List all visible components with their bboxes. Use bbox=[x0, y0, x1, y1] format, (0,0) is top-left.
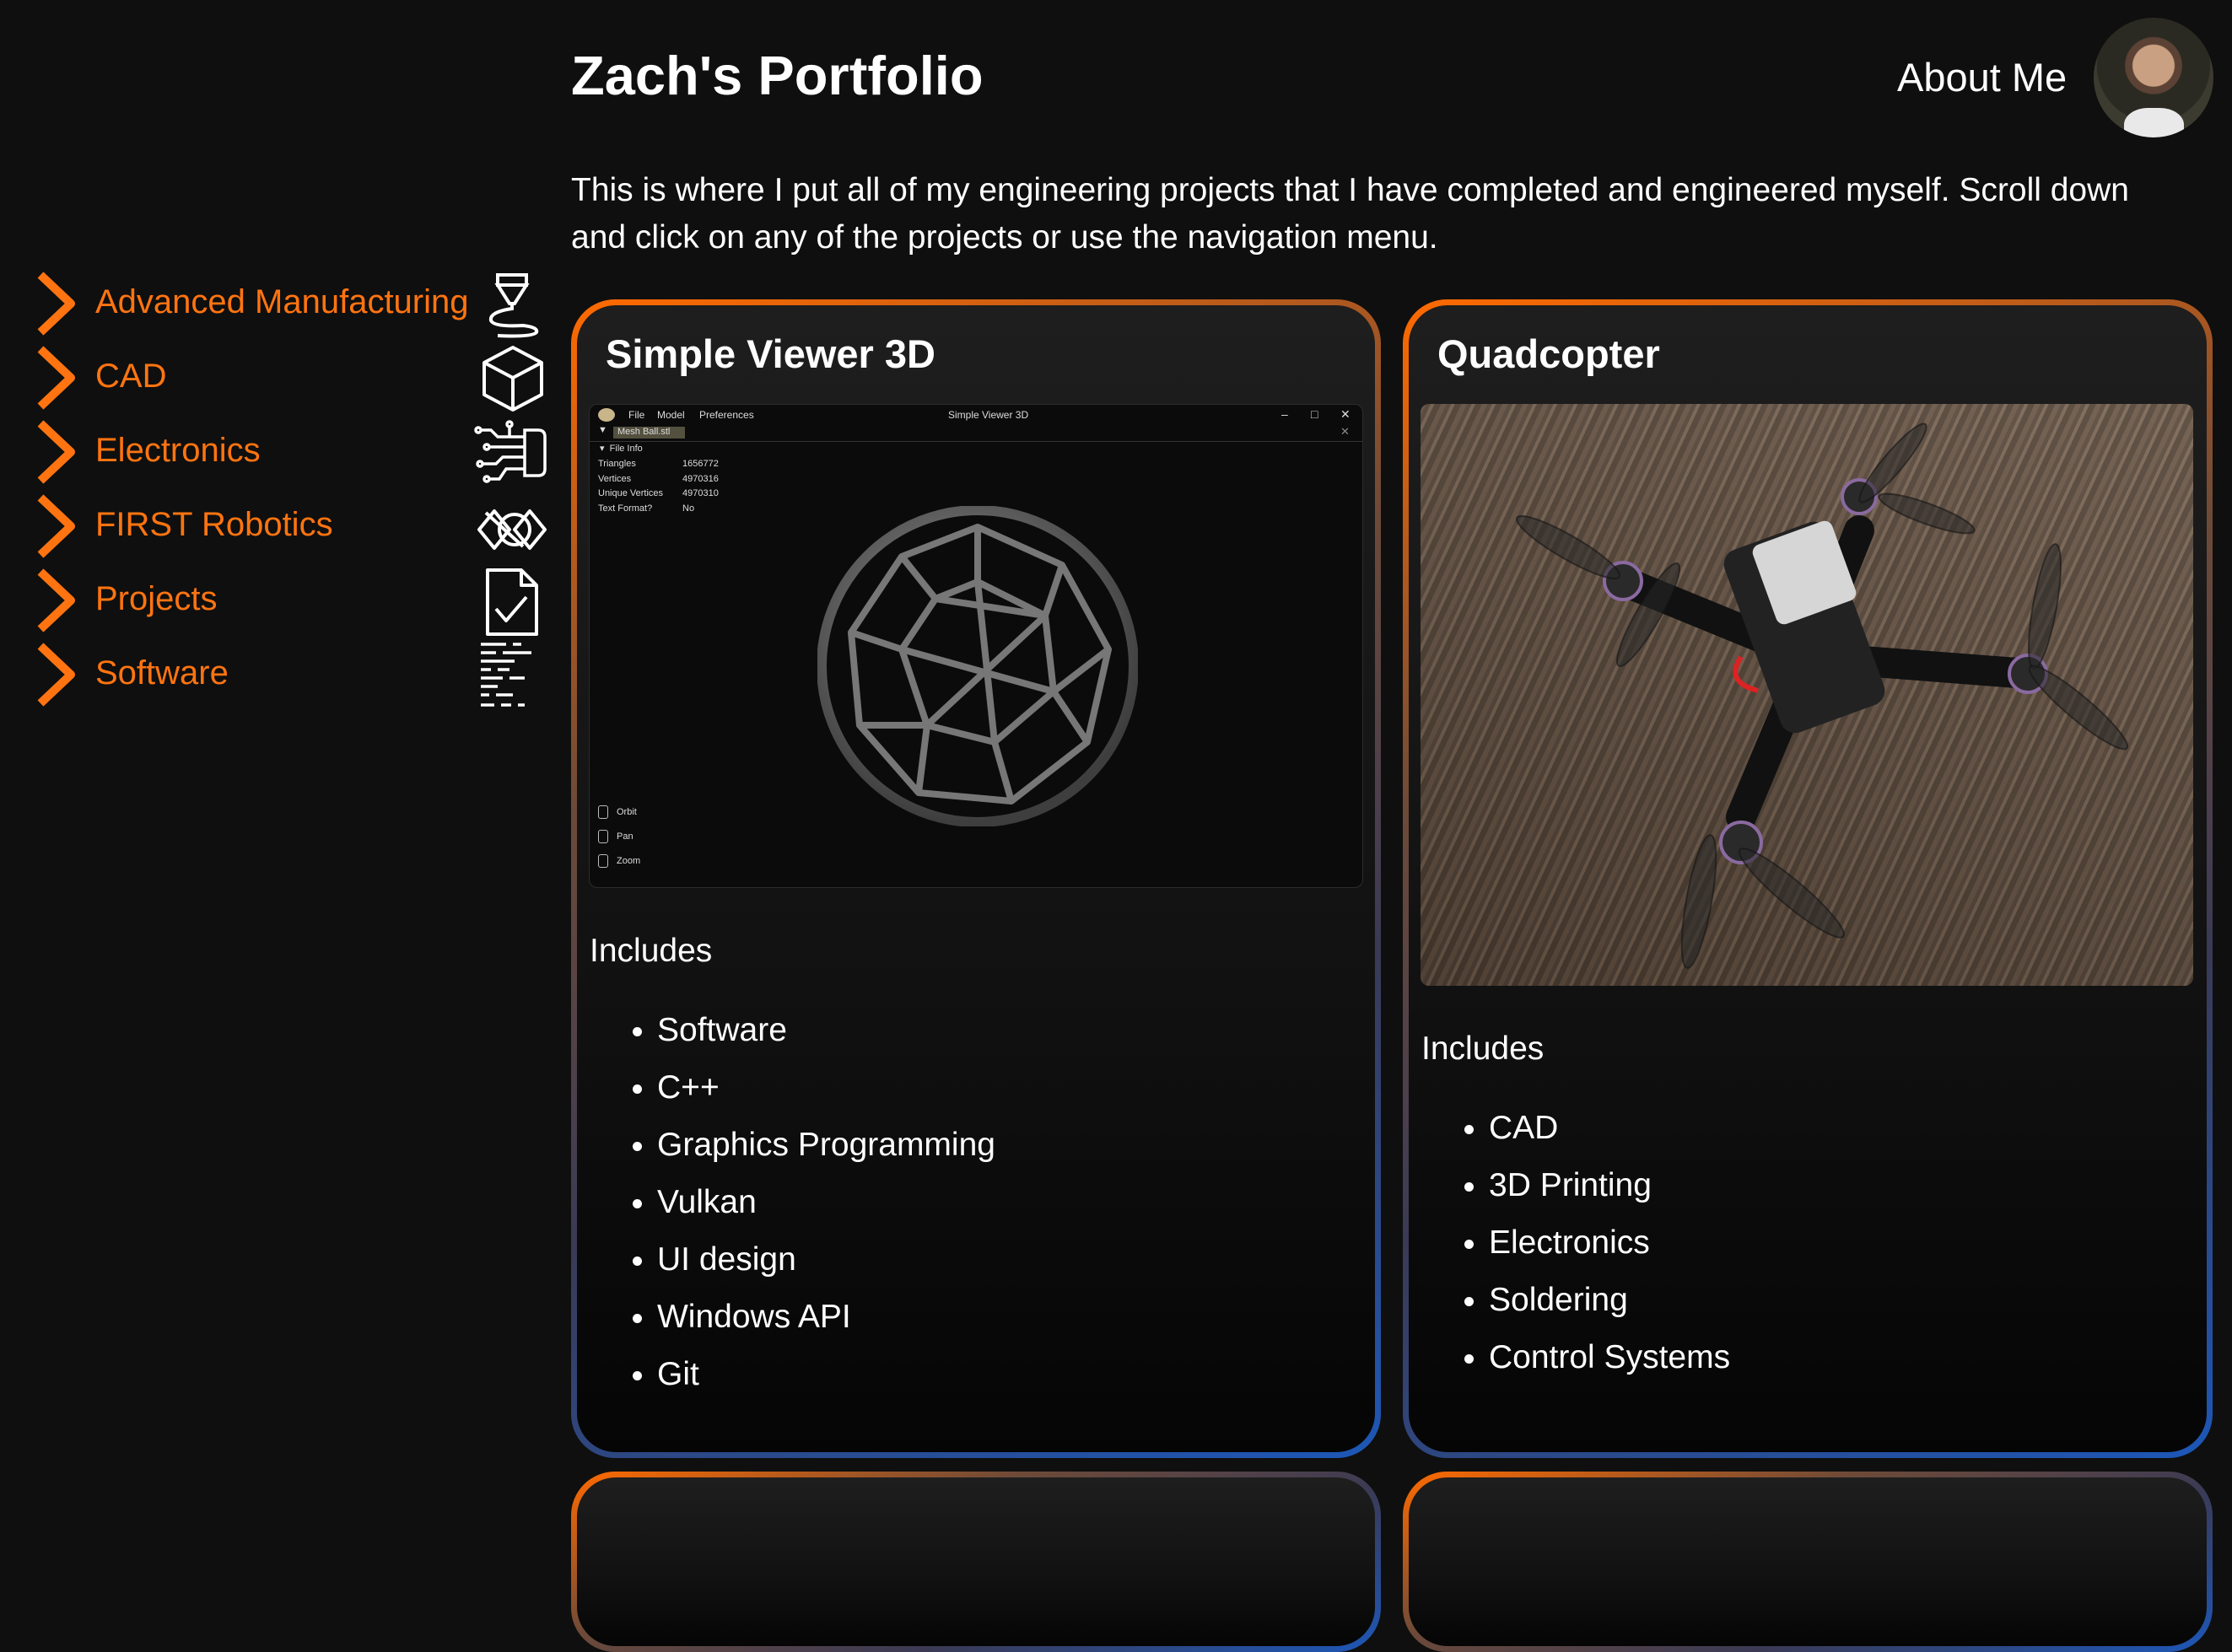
tag-list: Software C++ Graphics Programming Vulkan… bbox=[590, 1002, 995, 1403]
project-card-quadcopter[interactable]: Quadcopter Includes • CAD • 3D Printing … bbox=[1403, 299, 2213, 1458]
sidebar-item-label: Advanced Manufacturing bbox=[95, 283, 469, 320]
avatar[interactable] bbox=[2094, 18, 2213, 137]
list-item: CAD bbox=[1489, 1100, 1730, 1157]
card-title: Quadcopter bbox=[1437, 331, 1660, 376]
close-icon: ✕ bbox=[1340, 407, 1351, 421]
sidebar-item-label: Projects bbox=[95, 580, 218, 617]
sidebar-item-label: FIRST Robotics bbox=[95, 506, 333, 543]
expand-icon: ▾ bbox=[600, 444, 605, 454]
window-title: Simple Viewer 3D bbox=[948, 409, 1029, 421]
chevron-right-icon bbox=[37, 420, 75, 484]
tag-list: CAD 3D Printing Electronics Soldering Co… bbox=[1421, 1100, 1730, 1386]
list-item: 3D Printing bbox=[1489, 1157, 1730, 1214]
project-card-next-right[interactable] bbox=[1403, 1472, 2213, 1652]
pan-control: Pan bbox=[598, 830, 633, 843]
list-item: Windows API bbox=[657, 1289, 995, 1346]
card-title: Simple Viewer 3D bbox=[606, 331, 935, 376]
list-item: C++ bbox=[657, 1059, 995, 1117]
list-item: Control Systems bbox=[1489, 1329, 1730, 1386]
list-item: Electronics bbox=[1489, 1214, 1730, 1272]
close-tab-icon: ✕ bbox=[1340, 425, 1350, 438]
list-item: Git bbox=[657, 1346, 995, 1403]
menu-preferences: Preferences bbox=[699, 409, 754, 421]
sidebar-item-projects[interactable]: Projects bbox=[34, 567, 557, 636]
list-item: Vulkan bbox=[657, 1174, 995, 1231]
sidebar-item-software[interactable]: Software bbox=[34, 641, 557, 708]
circuit-icon bbox=[474, 420, 547, 483]
sidebar-item-electronics[interactable]: Electronics bbox=[34, 418, 557, 486]
chevron-right-icon bbox=[37, 272, 75, 336]
file-info-rows: Triangles 1656772 Vertices 4970316 Unique … bbox=[598, 459, 719, 514]
menu-file: File bbox=[628, 409, 645, 421]
list-item: UI design bbox=[657, 1231, 995, 1289]
viewer-screenshot: File Model Preferences Simple Viewer 3D … bbox=[589, 404, 1363, 888]
chevron-right-icon bbox=[37, 568, 75, 632]
mesh-ball-render bbox=[817, 506, 1138, 826]
list-item: Soldering bbox=[1489, 1272, 1730, 1329]
includes-heading: Includes bbox=[1421, 1030, 1545, 1067]
chevron-right-icon bbox=[37, 643, 75, 707]
dropdown-icon: ▼ bbox=[598, 425, 607, 435]
includes-heading: Includes bbox=[590, 933, 713, 969]
sidebar-item-first-robotics[interactable]: FIRST Robotics bbox=[34, 492, 557, 560]
chevron-right-icon bbox=[37, 346, 75, 410]
sidebar-item-label: Electronics bbox=[95, 432, 261, 469]
checklist-document-icon bbox=[486, 568, 538, 636]
sidebar-item-label: CAD bbox=[95, 358, 167, 395]
chevron-right-icon bbox=[37, 494, 75, 558]
file-info-heading: File Info bbox=[609, 444, 643, 454]
quadcopter-photo bbox=[1421, 404, 2193, 986]
list-item: Graphics Programming bbox=[657, 1117, 995, 1174]
project-card-simple-viewer-3d[interactable]: Simple Viewer 3D File Model Preferences … bbox=[571, 299, 1381, 1458]
list-item: Software bbox=[657, 1002, 995, 1059]
maximize-icon: □ bbox=[1311, 407, 1318, 421]
zoom-control: Zoom bbox=[598, 854, 640, 868]
3d-printer-nozzle-icon bbox=[488, 273, 539, 338]
menu-model: Model bbox=[657, 409, 685, 421]
minimize-icon: – bbox=[1281, 407, 1288, 421]
sidebar-item-cad[interactable]: CAD bbox=[34, 344, 557, 412]
intro-text: This is where I put all of my engineerin… bbox=[571, 172, 2129, 256]
about-me-link[interactable]: About Me bbox=[1897, 54, 2067, 100]
orbit-control: Orbit bbox=[598, 805, 637, 819]
project-card-next-left[interactable] bbox=[571, 1472, 1381, 1652]
file-tab: Mesh Ball.stl bbox=[613, 427, 685, 439]
site-title: Zach's Portfolio bbox=[571, 45, 984, 106]
first-logo-icon bbox=[477, 509, 547, 550]
cube-icon bbox=[483, 346, 543, 412]
sidebar-item-advanced-manufacturing[interactable]: Advanced Manufacturing bbox=[34, 270, 557, 338]
code-lines-icon bbox=[481, 643, 531, 707]
sidebar-item-label: Software bbox=[95, 654, 229, 691]
app-logo-icon bbox=[598, 408, 615, 422]
